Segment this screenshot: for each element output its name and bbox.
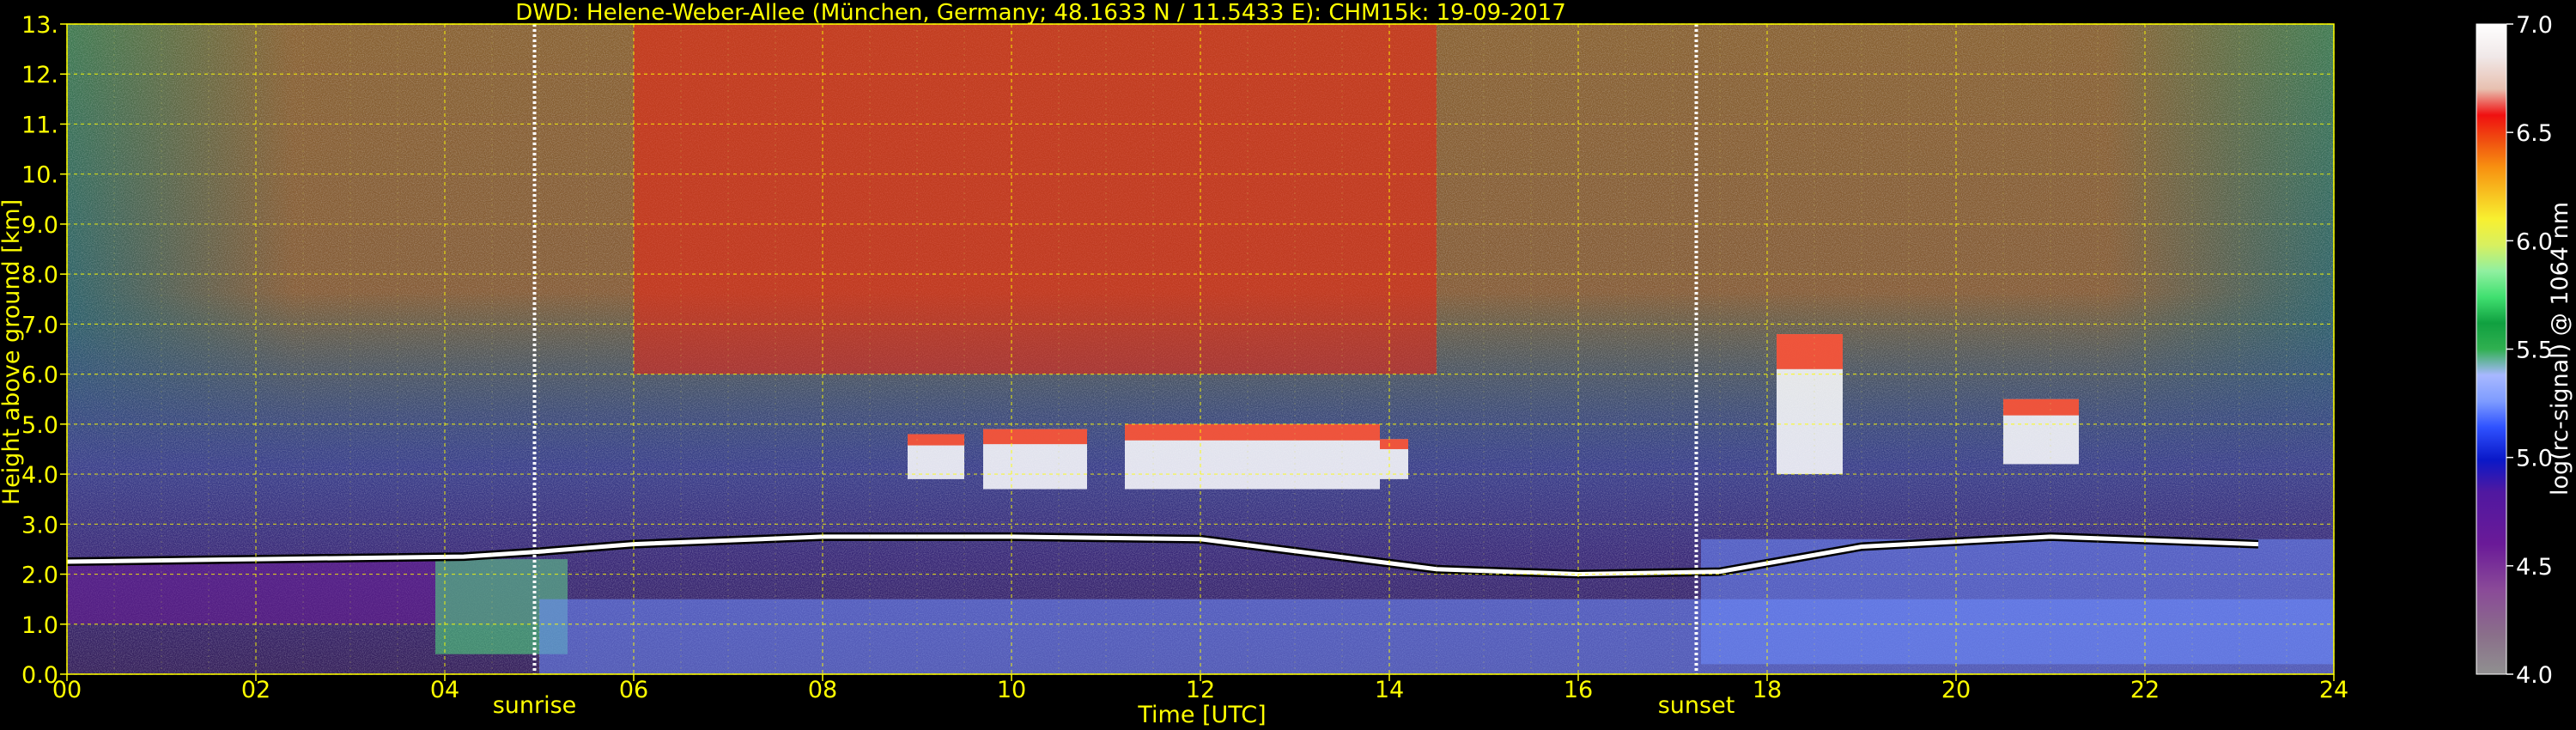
y-tick-label: 12. [21, 62, 58, 88]
x-tick-label: 20 [1941, 677, 1971, 703]
x-axis-label: Time [UTC] [1137, 702, 1266, 728]
y-tick-label: 7.0 [21, 312, 58, 338]
x-tick-label: 22 [2130, 677, 2160, 703]
upper-cloud-edge [2003, 398, 2079, 416]
y-tick-label: 11. [21, 112, 58, 138]
upper-cloud-edge [983, 429, 1087, 445]
y-tick-label: 2.0 [21, 563, 58, 589]
x-tick-label: 00 [52, 677, 82, 703]
x-tick-label: 24 [2319, 677, 2348, 703]
y-tick-label: 6.0 [21, 362, 58, 389]
x-tick-label: 10 [997, 677, 1026, 703]
colorbar-tick-label: 6.5 [2516, 120, 2553, 147]
upper-cloud-edge [1125, 423, 1380, 441]
upper-cloud-edge [1777, 334, 1843, 369]
colorbar-gradient [2476, 23, 2507, 675]
y-tick-label: 13. [21, 12, 58, 39]
x-tick-label: 08 [808, 677, 837, 703]
y-tick-label: 10. [21, 162, 58, 189]
colorbar-tick-label: 4.5 [2516, 554, 2553, 581]
colorbar-label: log(rc-signal) @ 1064 nm [2547, 202, 2573, 496]
sunset-label: sunset [1658, 692, 1735, 719]
x-tick-label: 14 [1375, 677, 1404, 703]
sunrise-label: sunrise [493, 692, 577, 719]
x-tick-label: 18 [1753, 677, 1782, 703]
upper-cloud-edge [908, 434, 964, 446]
signal-region [634, 24, 1437, 374]
y-tick-label: 3.0 [21, 512, 58, 538]
chart-title: DWD: Helene-Weber-Allee (München, German… [515, 0, 1566, 26]
x-tick-label: 06 [619, 677, 648, 703]
colorbar-ticks: 4.04.55.05.56.06.57.0 [2506, 12, 2553, 689]
colorbar: 4.04.55.05.56.06.57.0 log(rc-signal) @ 1… [2476, 12, 2573, 689]
y-tick-label: 8.0 [21, 262, 58, 289]
colorbar-tick-label: 7.0 [2516, 12, 2553, 39]
x-tick-label: 16 [1564, 677, 1593, 703]
x-tick-label: 02 [241, 677, 270, 703]
x-axis-ticks: 00 02 04 06 08 10 12 14 16 18 20 22 24 [52, 674, 2348, 703]
y-tick-label: 5.0 [21, 412, 58, 439]
y-axis-label: Height above ground [km] [0, 199, 25, 505]
y-axis-ticks: 0.01.02.03.04.05.06.07.08.09.010.11.12.1… [21, 12, 67, 689]
x-tick-label: 04 [430, 677, 459, 703]
y-tick-label: 9.0 [21, 212, 58, 239]
upper-cloud-edge [1380, 439, 1408, 449]
x-tick-label: 12 [1186, 677, 1215, 703]
colorbar-tick-label: 4.0 [2516, 662, 2553, 689]
y-tick-label: 4.0 [21, 462, 58, 489]
y-tick-label: 1.0 [21, 612, 58, 639]
ceilometer-chart: sunrise sunset 0.01.02.03.04.05.06.07.08.… [0, 0, 2573, 728]
